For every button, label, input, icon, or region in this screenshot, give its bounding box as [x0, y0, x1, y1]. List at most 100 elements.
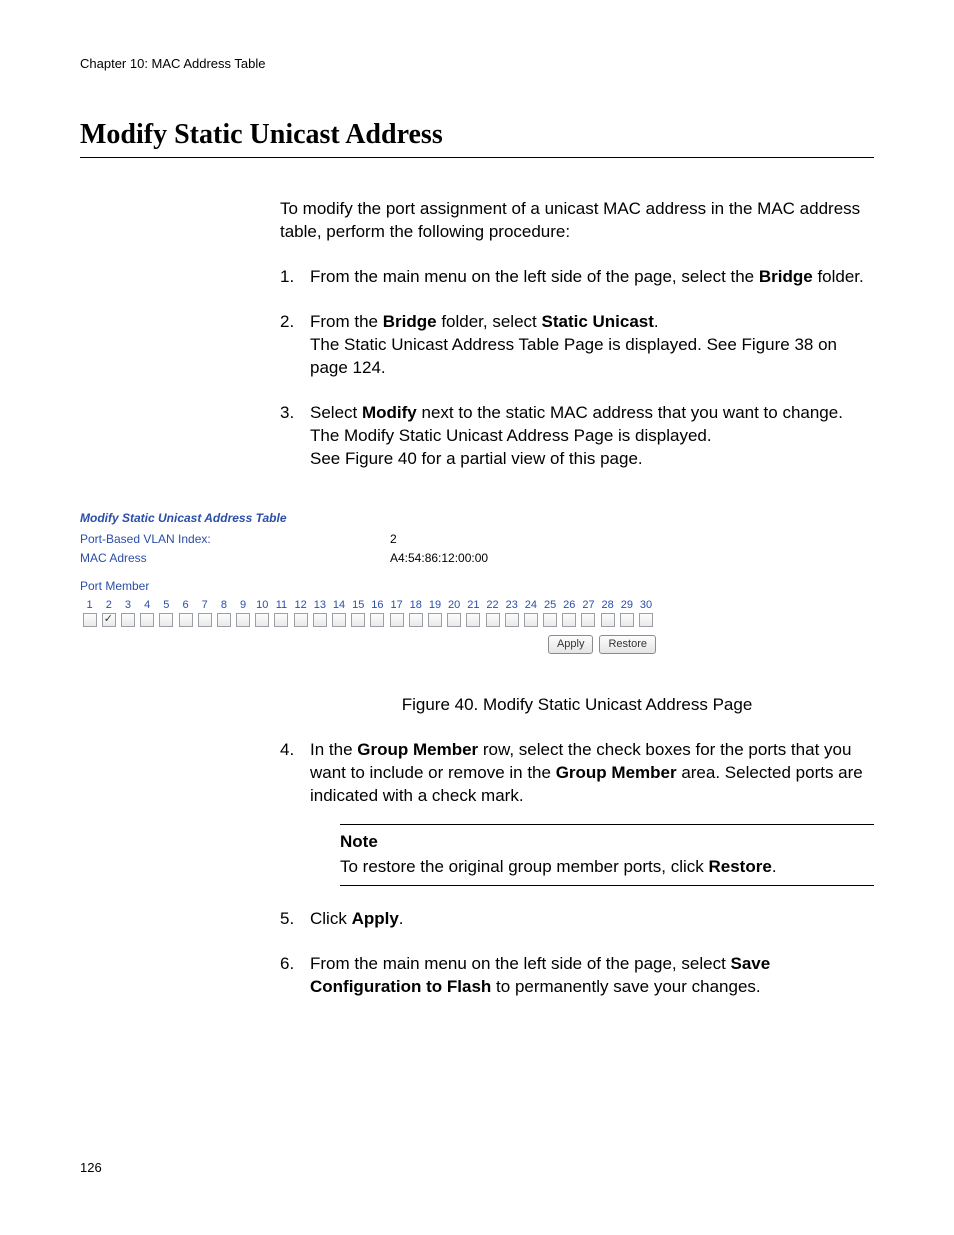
- port-checkbox[interactable]: [121, 613, 135, 627]
- port-column: 5: [157, 598, 176, 627]
- port-column: 4: [138, 598, 157, 627]
- figure-button-row: Apply Restore: [80, 635, 656, 654]
- port-column: 2: [99, 598, 118, 627]
- port-number-label: 12: [291, 598, 310, 612]
- restore-button[interactable]: Restore: [599, 635, 656, 654]
- port-checkbox[interactable]: [102, 613, 116, 627]
- step-number: 2.: [280, 311, 294, 334]
- port-checkbox[interactable]: [428, 613, 442, 627]
- vlan-row: Port-Based VLAN Index: 2: [80, 531, 874, 547]
- port-column: 17: [387, 598, 406, 627]
- note-text-part: To restore the original group member por…: [340, 857, 709, 876]
- port-number-label: 9: [234, 598, 253, 612]
- port-column: 20: [445, 598, 464, 627]
- port-number-label: 16: [368, 598, 387, 612]
- port-number-label: 3: [118, 598, 137, 612]
- step-text: From the main menu on the left side of t…: [310, 267, 759, 286]
- port-number-label: 11: [272, 598, 291, 612]
- port-column: 25: [541, 598, 560, 627]
- document-page: Chapter 10: MAC Address Table Modify Sta…: [0, 0, 954, 1235]
- port-column: 13: [310, 598, 329, 627]
- port-checkbox[interactable]: [562, 613, 576, 627]
- step-number: 4.: [280, 739, 294, 762]
- page-number: 126: [80, 1160, 102, 1175]
- port-checkbox[interactable]: [351, 613, 365, 627]
- port-column: 1: [80, 598, 99, 627]
- port-column: 18: [406, 598, 425, 627]
- port-checkbox[interactable]: [543, 613, 557, 627]
- note-title: Note: [340, 831, 874, 854]
- port-number-label: 5: [157, 598, 176, 612]
- port-number-label: 29: [617, 598, 636, 612]
- port-checkbox[interactable]: [294, 613, 308, 627]
- step-text: From the main menu on the left side of t…: [310, 954, 731, 973]
- apply-button[interactable]: Apply: [548, 635, 594, 654]
- note-text: To restore the original group member por…: [340, 856, 874, 879]
- port-number-label: 1: [80, 598, 99, 612]
- port-checkbox[interactable]: [505, 613, 519, 627]
- mac-row: MAC Adress A4:54:86:12:00:00: [80, 550, 874, 566]
- figure-40: Modify Static Unicast Address Table Port…: [80, 510, 874, 654]
- port-checkbox[interactable]: [620, 613, 634, 627]
- port-column: 9: [234, 598, 253, 627]
- step-text: to permanently save your changes.: [491, 977, 760, 996]
- port-number-label: 14: [329, 598, 348, 612]
- port-checkbox[interactable]: [524, 613, 538, 627]
- step-text: folder.: [813, 267, 864, 286]
- step-text: Click: [310, 909, 352, 928]
- port-column: 30: [636, 598, 655, 627]
- port-number-label: 17: [387, 598, 406, 612]
- port-number-label: 21: [464, 598, 483, 612]
- port-checkbox[interactable]: [313, 613, 327, 627]
- port-checkbox[interactable]: [601, 613, 615, 627]
- bridge-bold: Bridge: [759, 267, 813, 286]
- port-number-label: 2: [99, 598, 118, 612]
- port-column: 26: [560, 598, 579, 627]
- port-column: 6: [176, 598, 195, 627]
- port-checkbox[interactable]: [255, 613, 269, 627]
- port-checkbox[interactable]: [370, 613, 384, 627]
- step-text: The Static Unicast Address Table Page is…: [310, 335, 837, 377]
- port-number-label: 27: [579, 598, 598, 612]
- step-text: From the: [310, 312, 383, 331]
- port-column: 21: [464, 598, 483, 627]
- port-checkbox[interactable]: [236, 613, 250, 627]
- group-member-bold: Group Member: [357, 740, 478, 759]
- port-column: 29: [617, 598, 636, 627]
- port-number-label: 28: [598, 598, 617, 612]
- port-column: 27: [579, 598, 598, 627]
- port-column: 7: [195, 598, 214, 627]
- port-checkbox[interactable]: [140, 613, 154, 627]
- port-checkbox[interactable]: [274, 613, 288, 627]
- port-checkbox[interactable]: [198, 613, 212, 627]
- port-number-label: 19: [425, 598, 444, 612]
- port-number-label: 30: [636, 598, 655, 612]
- port-checkbox[interactable]: [83, 613, 97, 627]
- port-number-label: 4: [138, 598, 157, 612]
- port-checkbox[interactable]: [581, 613, 595, 627]
- port-column: 12: [291, 598, 310, 627]
- port-checkbox[interactable]: [639, 613, 653, 627]
- port-checkbox[interactable]: [466, 613, 480, 627]
- port-checkbox[interactable]: [217, 613, 231, 627]
- port-checkbox[interactable]: [332, 613, 346, 627]
- port-checkbox[interactable]: [447, 613, 461, 627]
- step-text: .: [399, 909, 404, 928]
- port-column: 11: [272, 598, 291, 627]
- port-column: 22: [483, 598, 502, 627]
- step-text: folder, select: [437, 312, 542, 331]
- port-number-label: 6: [176, 598, 195, 612]
- mac-value: A4:54:86:12:00:00: [390, 550, 488, 566]
- port-checkbox[interactable]: [409, 613, 423, 627]
- procedure-steps: 1. From the main menu on the left side o…: [280, 266, 874, 471]
- port-checkbox[interactable]: [179, 613, 193, 627]
- port-checkbox[interactable]: [390, 613, 404, 627]
- vlan-label: Port-Based VLAN Index:: [80, 531, 390, 547]
- figure-caption: Figure 40. Modify Static Unicast Address…: [280, 694, 874, 717]
- port-checkbox[interactable]: [159, 613, 173, 627]
- step-4: 4. In the Group Member row, select the c…: [280, 739, 874, 886]
- port-checkbox[interactable]: [486, 613, 500, 627]
- port-number-label: 24: [521, 598, 540, 612]
- bridge-bold: Bridge: [383, 312, 437, 331]
- port-number-label: 25: [541, 598, 560, 612]
